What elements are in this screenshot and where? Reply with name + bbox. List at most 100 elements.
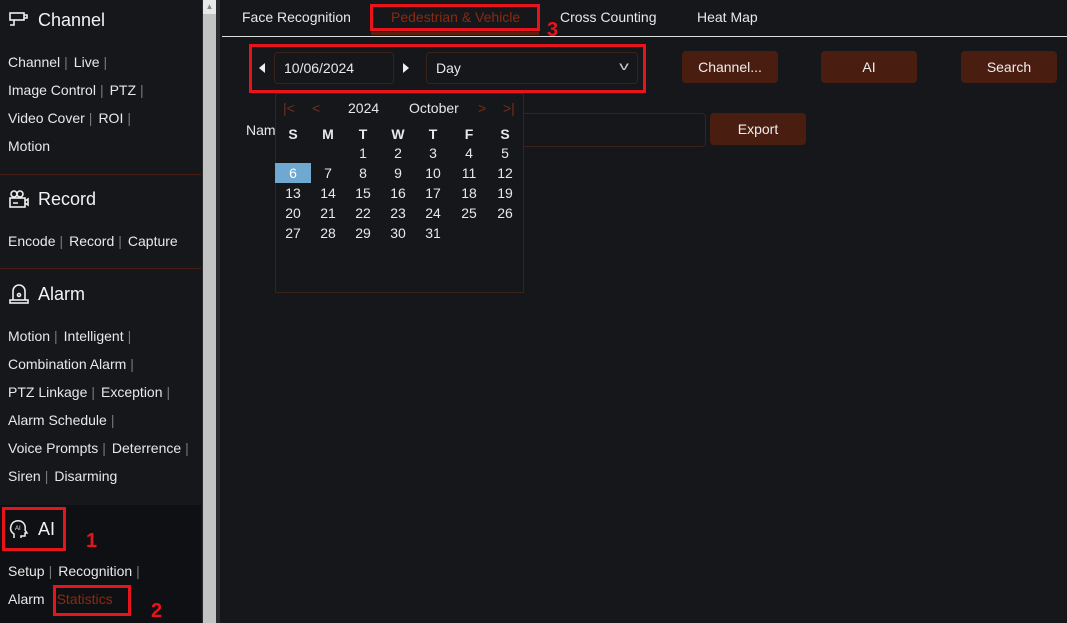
calendar-day-selected[interactable]: 6 [275, 163, 311, 183]
sidebar-link-setup[interactable]: Setup [8, 563, 45, 579]
calendar-day[interactable]: 26 [487, 203, 523, 223]
separator: | [136, 563, 140, 579]
link-row: Motion [8, 132, 203, 160]
sidebar-link-motion[interactable]: Motion [8, 138, 50, 154]
calendar-day[interactable]: 12 [487, 163, 523, 183]
calendar-day[interactable]: 5 [487, 143, 523, 163]
link-row: Encode | Record | Capture [8, 227, 203, 255]
prev-month-icon[interactable]: < [312, 100, 320, 116]
calendar-day[interactable]: 15 [345, 183, 381, 203]
annotation-box-3 [370, 4, 540, 31]
sidebar-link-deterrence[interactable]: Deterrence [112, 440, 181, 456]
calendar-day[interactable]: 21 [310, 203, 346, 223]
weekday-header: T [428, 126, 438, 142]
alarm-light-icon [9, 284, 29, 304]
weekday-header: F [464, 126, 474, 142]
scrollbar-thumb[interactable] [203, 14, 216, 623]
calendar-day[interactable]: 19 [487, 183, 523, 203]
next-month-icon[interactable]: > [478, 100, 486, 116]
sidebar-link-disarming[interactable]: Disarming [54, 468, 117, 484]
weekday-header: S [500, 126, 510, 142]
calendar-day[interactable]: 17 [415, 183, 451, 203]
calendar-day[interactable]: 8 [345, 163, 381, 183]
sidebar-link-voice-prompts[interactable]: Voice Prompts [8, 440, 98, 456]
camera-icon [9, 12, 28, 26]
weekday-header: W [391, 126, 405, 142]
tab-heat-map[interactable]: Heat Map [697, 9, 758, 25]
tab-underline [222, 36, 1067, 37]
calendar-day[interactable]: 3 [415, 143, 451, 163]
separator: | [127, 328, 132, 344]
search-button[interactable]: Search [961, 51, 1057, 83]
calendar-day[interactable]: 29 [345, 223, 381, 243]
link-row: Video Cover | ROI | [8, 104, 203, 132]
tab-face-recognition[interactable]: Face Recognition [242, 9, 351, 25]
link-row: Motion | Intelligent | [8, 322, 203, 350]
section-title: Record [38, 188, 97, 209]
calendar-month[interactable]: October [409, 100, 459, 116]
calendar-day[interactable]: 16 [380, 183, 416, 203]
separator: | [110, 412, 115, 428]
separator: | [54, 328, 58, 344]
sidebar-link-capture[interactable]: Capture [128, 233, 178, 249]
prev-year-icon[interactable]: |< [283, 100, 295, 116]
scroll-up-arrow-icon[interactable]: ▲ [203, 0, 216, 14]
separator: | [166, 384, 171, 400]
calendar-day[interactable]: 2 [380, 143, 416, 163]
calendar-day[interactable]: 11 [451, 163, 487, 183]
next-year-icon[interactable]: >| [503, 100, 515, 116]
calendar-day[interactable]: 18 [451, 183, 487, 203]
sidebar-link-ptz-linkage[interactable]: PTZ Linkage [8, 384, 87, 400]
calendar-year[interactable]: 2024 [348, 100, 379, 116]
calendar-day[interactable]: 30 [380, 223, 416, 243]
record-links: Encode | Record | Capture [8, 227, 203, 255]
calendar-day[interactable]: 4 [451, 143, 487, 163]
separator: | [99, 82, 104, 98]
calendar-day[interactable]: 24 [415, 203, 451, 223]
calendar-day[interactable]: 20 [275, 203, 311, 223]
annotation-box-1 [2, 507, 66, 551]
sidebar-link-encode[interactable]: Encode [8, 233, 55, 249]
sidebar-link-record[interactable]: Record [69, 233, 114, 249]
link-row: Setup | Recognition | [8, 557, 203, 585]
calendar-day[interactable]: 25 [451, 203, 487, 223]
sidebar-link-ptz[interactable]: PTZ [110, 82, 136, 98]
calendar-day[interactable]: 10 [415, 163, 451, 183]
sidebar-link-channel[interactable]: Channel [8, 54, 60, 70]
sidebar-link-recognition[interactable]: Recognition [58, 563, 132, 579]
sidebar-link-intelligent[interactable]: Intelligent [64, 328, 124, 344]
sidebar-link-roi[interactable]: ROI [98, 110, 123, 126]
tab-cross-counting[interactable]: Cross Counting [560, 9, 657, 25]
calendar-day[interactable]: 13 [275, 183, 311, 203]
separator: | [48, 563, 53, 579]
link-row: Combination Alarm | [8, 350, 203, 378]
sidebar-link-image-control[interactable]: Image Control [8, 82, 96, 98]
sidebar-link-motion[interactable]: Motion [8, 328, 50, 344]
calendar-day[interactable]: 7 [310, 163, 346, 183]
calendar-day[interactable]: 28 [310, 223, 346, 243]
calendar-day[interactable]: 1 [345, 143, 381, 163]
calendar-day[interactable]: 9 [380, 163, 416, 183]
calendar-day[interactable]: 31 [415, 223, 451, 243]
sidebar-link-alarm-schedule[interactable]: Alarm Schedule [8, 412, 107, 428]
link-row: Voice Prompts | Deterrence | [8, 434, 203, 462]
calendar-day[interactable]: 23 [380, 203, 416, 223]
channel-button[interactable]: Channel... [682, 51, 778, 83]
calendar-day[interactable]: 22 [345, 203, 381, 223]
sidebar-link-exception[interactable]: Exception [101, 384, 162, 400]
calendar-day[interactable]: 27 [275, 223, 311, 243]
sidebar-link-alarm[interactable]: Alarm [8, 591, 45, 607]
separator: | [118, 233, 122, 249]
section-record[interactable]: Record [8, 188, 96, 210]
sidebar-link-combination-alarm[interactable]: Combination Alarm [8, 356, 126, 372]
section-channel[interactable]: Channel [8, 9, 105, 31]
export-button[interactable]: Export [710, 113, 806, 145]
separator: | [103, 54, 108, 70]
sidebar-link-video-cover[interactable]: Video Cover [8, 110, 85, 126]
ai-button[interactable]: AI [821, 51, 917, 83]
section-alarm[interactable]: Alarm [8, 283, 85, 305]
sidebar-link-live[interactable]: Live [74, 54, 100, 70]
sidebar-link-siren[interactable]: Siren [8, 468, 41, 484]
calendar-day[interactable]: 14 [310, 183, 346, 203]
weekday-header: M [322, 126, 334, 142]
